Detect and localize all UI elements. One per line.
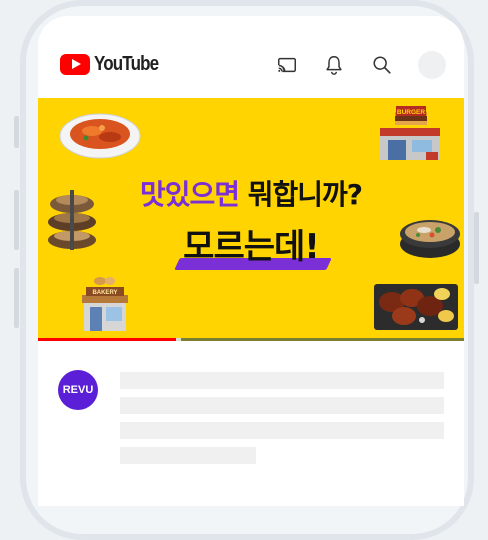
headline-line-1: 맛있으면 뭐합니까? <box>38 173 464 213</box>
channel-avatar-text: REVU <box>62 384 94 396</box>
search-icon[interactable] <box>371 54 393 76</box>
headline-black-text: 뭐합니까? <box>247 178 363 211</box>
title-placeholder-line-3 <box>120 422 444 439</box>
banner-headline: 맛있으면 뭐합니까? 모르는데! <box>38 173 464 270</box>
video-progress-remaining[interactable] <box>181 338 464 341</box>
phone-side-button-right <box>474 212 479 284</box>
burger-shop-icon: BURGER <box>380 106 440 160</box>
title-placeholder-line-4 <box>120 447 256 464</box>
headline-purple-text: 맛있으면 <box>139 178 240 211</box>
burger-sign-text: BURGER <box>397 109 425 116</box>
phone-side-button-left-top <box>14 116 19 148</box>
fried-chicken-icon <box>374 284 458 330</box>
channel-avatar[interactable]: REVU <box>58 370 98 410</box>
headline-line-2: 모르는데! <box>174 219 332 270</box>
bakery-shop-icon: BAKERY <box>82 277 128 331</box>
bell-icon[interactable] <box>323 54 345 76</box>
spicy-dish-icon <box>59 113 141 159</box>
phone-side-button-left-mid <box>14 190 19 250</box>
youtube-logo[interactable]: YouTube <box>60 52 170 76</box>
video-thumbnail-banner[interactable]: BURGER BAKERY 맛있으면 뭐합니까? 모르는데! <box>38 98 464 340</box>
bakery-sign-text: BAKERY <box>92 290 117 296</box>
cast-icon[interactable] <box>276 54 298 76</box>
phone-screen: YouTube BURGER BAKERY 맛있으면 뭐합니까? 모르는데! R… <box>38 16 464 506</box>
youtube-header: YouTube <box>38 16 464 98</box>
video-progress-played[interactable] <box>38 338 176 341</box>
youtube-play-icon <box>60 53 90 75</box>
phone-side-button-left-bottom <box>14 268 19 328</box>
headline-line-2-text: 모르는데! <box>183 227 320 267</box>
youtube-logo-text: YouTube <box>94 52 159 75</box>
title-placeholder-line-1 <box>120 372 444 389</box>
title-placeholder-line-2 <box>120 397 444 414</box>
account-avatar[interactable] <box>418 51 446 79</box>
